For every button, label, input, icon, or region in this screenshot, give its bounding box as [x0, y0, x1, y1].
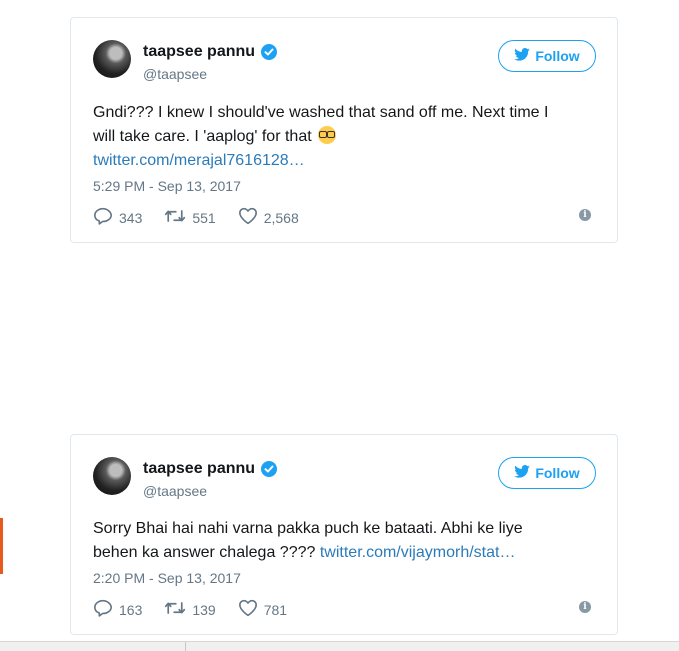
reply-icon: [93, 207, 113, 228]
tweet-text: Gndi??? I knew I should've washed that s…: [93, 101, 599, 173]
tweet-link[interactable]: twitter.com/merajal7616128…: [93, 152, 305, 169]
author-name-row[interactable]: taapsee pannu: [143, 460, 278, 478]
verified-badge-icon: [261, 44, 278, 60]
retweet-button[interactable]: 139: [164, 600, 216, 619]
like-button[interactable]: 2,568: [238, 207, 299, 228]
retweet-button[interactable]: 551: [164, 208, 216, 227]
follow-label: Follow: [535, 465, 580, 481]
tweet-actions: 163 139 781: [93, 599, 309, 620]
verified-badge-icon: [261, 461, 278, 477]
reply-button[interactable]: 343: [93, 207, 142, 228]
author-name[interactable]: taapsee pannu: [143, 43, 255, 61]
tweet-card: taapsee pannu @taapsee Follow Gndi??? I …: [70, 17, 618, 243]
info-icon[interactable]: i: [579, 209, 591, 221]
twitter-bird-icon: [514, 48, 531, 64]
tweet-card: taapsee pannu @taapsee Follow Sorry Bhai…: [70, 434, 618, 635]
reply-icon: [93, 599, 113, 620]
timestamp-link[interactable]: 5:29 PM - Sep 13, 2017: [93, 178, 241, 194]
like-count: 781: [263, 601, 288, 618]
avatar[interactable]: [93, 40, 131, 78]
tweet-text-line: will take care. I 'aaplog' for that: [93, 128, 317, 145]
follow-button[interactable]: Follow: [498, 457, 596, 489]
retweet-count: 551: [192, 209, 216, 226]
author-name-row[interactable]: taapsee pannu: [143, 43, 278, 61]
follow-button[interactable]: Follow: [498, 40, 596, 72]
twitter-bird-icon: [514, 465, 531, 481]
tweet-actions: 343 551 2,568: [93, 207, 321, 228]
avatar[interactable]: [93, 457, 131, 495]
tweet-text-line: behen ka answer chalega ????: [93, 544, 320, 561]
tweet-text: Sorry Bhai hai nahi varna pakka puch ke …: [93, 517, 599, 565]
reply-count: 343: [119, 209, 143, 226]
timestamp-link[interactable]: 2:20 PM - Sep 13, 2017: [93, 570, 241, 586]
tweet-link[interactable]: twitter.com/vijaymorh/stat…: [320, 544, 516, 561]
like-count: 2,568: [263, 209, 299, 226]
author-handle[interactable]: @taapsee: [143, 483, 207, 499]
retweet-count: 139: [192, 601, 216, 618]
side-panel-edge: [0, 518, 3, 574]
follow-label: Follow: [535, 48, 580, 64]
heart-icon: [238, 207, 258, 228]
retweet-icon: [164, 600, 186, 619]
reply-count: 163: [119, 601, 143, 618]
reply-button[interactable]: 163: [93, 599, 142, 620]
retweet-icon: [164, 208, 186, 227]
author-handle[interactable]: @taapsee: [143, 66, 207, 82]
heart-icon: [238, 599, 258, 620]
info-icon[interactable]: i: [579, 601, 591, 613]
nerd-face-emoji-icon: [318, 126, 337, 144]
tweet-text-line: Gndi??? I knew I should've washed that s…: [93, 104, 549, 121]
tweet-text-line: Sorry Bhai hai nahi varna pakka puch ke …: [93, 520, 523, 537]
author-name[interactable]: taapsee pannu: [143, 460, 255, 478]
like-button[interactable]: 781: [238, 599, 287, 620]
